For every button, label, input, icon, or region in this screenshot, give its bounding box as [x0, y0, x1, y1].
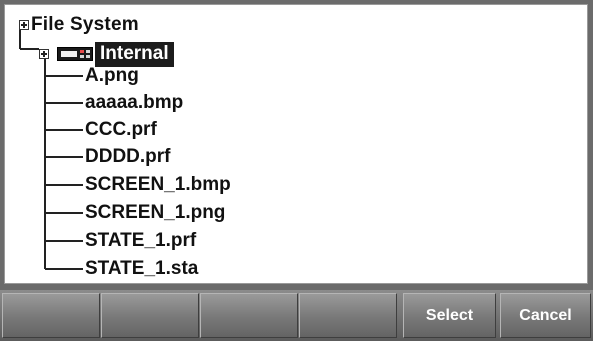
softkey-bar: Select Cancel — [0, 290, 593, 341]
file-item[interactable]: DDDD.prf — [85, 145, 171, 169]
tree-node-label: File System — [31, 14, 139, 35]
file-item[interactable]: STATE_1.prf — [85, 229, 196, 253]
cancel-button[interactable]: Cancel — [500, 293, 591, 338]
tree-node-label-selected: Internal — [95, 41, 174, 67]
tree-node-file-system[interactable]: File System — [19, 13, 139, 37]
file-item[interactable]: SCREEN_1.bmp — [85, 173, 231, 197]
softkey-1[interactable] — [2, 293, 100, 338]
softkey-3[interactable] — [200, 293, 298, 338]
minus-box-icon[interactable] — [19, 20, 29, 30]
softkey-4[interactable] — [299, 293, 397, 338]
select-button[interactable]: Select — [403, 293, 496, 338]
minus-box-icon[interactable] — [39, 49, 49, 59]
file-browser-screen: File System Internal A.png aaaaa.bmp CCC… — [0, 0, 593, 341]
file-item[interactable]: aaaaa.bmp — [85, 91, 183, 115]
file-item[interactable]: A.png — [85, 64, 139, 88]
file-item[interactable]: STATE_1.sta — [85, 257, 198, 281]
instrument-icon — [57, 47, 93, 61]
file-item[interactable]: CCC.prf — [85, 118, 157, 142]
file-item[interactable]: SCREEN_1.png — [85, 201, 225, 225]
file-tree-panel: File System Internal A.png aaaaa.bmp CCC… — [4, 4, 588, 284]
softkey-2[interactable] — [101, 293, 199, 338]
